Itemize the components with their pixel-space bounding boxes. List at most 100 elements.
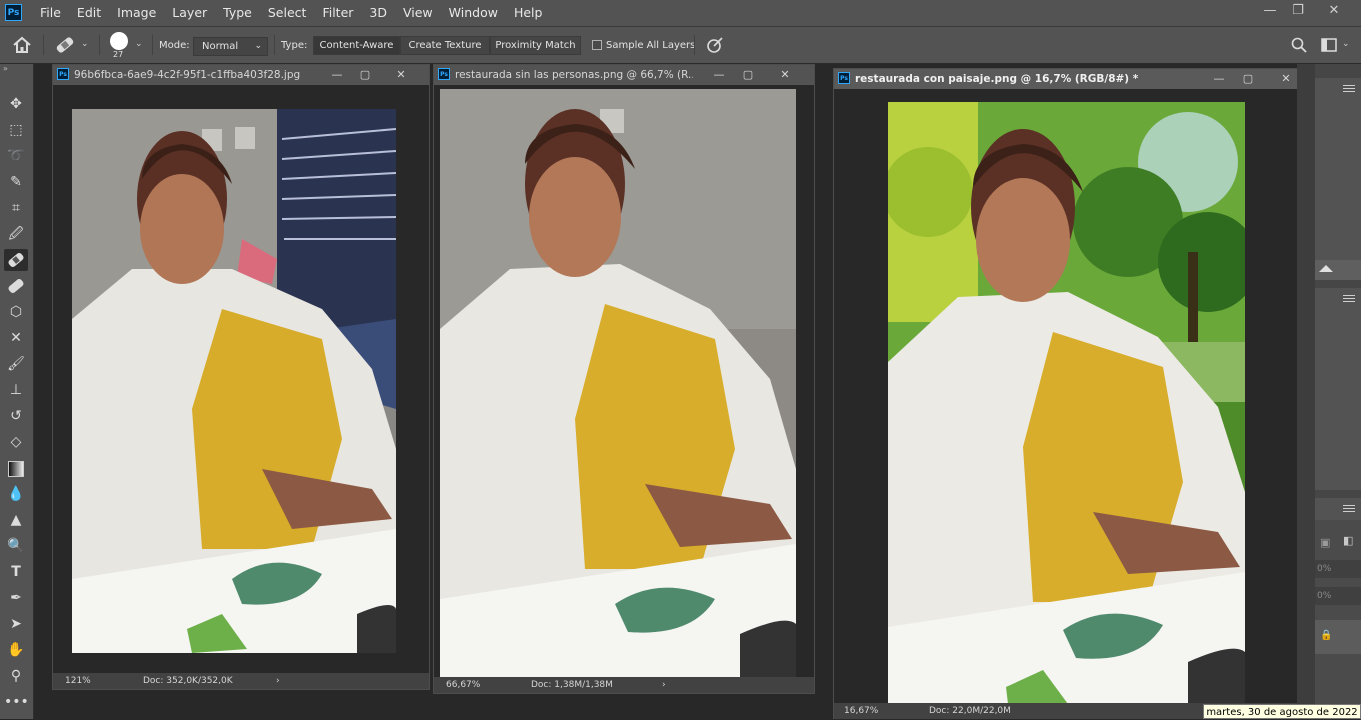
search-icon[interactable] xyxy=(1291,37,1307,56)
move-tool-icon[interactable]: ✥ xyxy=(4,93,28,115)
blur-tool-icon[interactable]: 💧 xyxy=(4,483,28,505)
create-texture-button[interactable]: Create Texture xyxy=(400,36,490,55)
layers-panel-header[interactable] xyxy=(1315,498,1361,520)
options-bar: ⌄ 27 ⌄ Mode: Normal ⌄ Type: Content-Awar… xyxy=(0,27,1361,64)
workspace-icon[interactable] xyxy=(1321,38,1339,55)
eyedropper-tool-icon[interactable]: 🖉 xyxy=(4,223,28,245)
doc-2-close-button[interactable]: ✕ xyxy=(774,65,796,85)
layers-panel: ▣ ◧ 0% 0% 🔒 xyxy=(1315,520,1361,704)
menu-type[interactable]: Type xyxy=(215,0,260,26)
brush-chevron-down-icon[interactable]: ⌄ xyxy=(135,39,143,49)
doc-1-close-button[interactable]: ✕ xyxy=(390,65,412,85)
marquee-tool-icon[interactable]: ⬚ xyxy=(4,119,28,141)
photoshop-logo: Ps xyxy=(5,4,22,21)
opacity-field[interactable]: 0% xyxy=(1315,560,1361,578)
spot-healing-preset-icon[interactable] xyxy=(53,35,77,58)
workspace-chevron-down-icon[interactable]: ⌄ xyxy=(1342,39,1350,49)
document-1-status-arrow-icon[interactable]: › xyxy=(276,673,280,689)
doc-3-close-button[interactable]: ✕ xyxy=(1275,69,1297,89)
preset-chevron-down-icon[interactable]: ⌄ xyxy=(81,39,89,49)
photo-restored[interactable] xyxy=(440,89,796,677)
document-2-zoom[interactable]: 66,67% xyxy=(446,677,480,693)
menu-view[interactable]: View xyxy=(395,0,441,26)
menu-window[interactable]: Window xyxy=(441,0,506,26)
history-brush-tool-icon[interactable]: ↺ xyxy=(4,405,28,427)
document-window-1[interactable]: Ps 96b6fbca-6ae9-4c2f-95f1-c1ffba403f28.… xyxy=(52,64,430,690)
tools-panel: » ✥ ⬚ ➰ ✎ ⌗ 🖉 ⬡ ✕ 🖌 ⊥ ↺ ◇ 💧 ▲ 🔍 T ✒ ➤ ✋ … xyxy=(0,64,34,719)
path-selection-tool-icon[interactable]: ➤ xyxy=(4,613,28,635)
menu-image[interactable]: Image xyxy=(109,0,164,26)
collapse-panel-icon[interactable]: » xyxy=(3,64,8,73)
document-1-zoom[interactable]: 121% xyxy=(65,673,91,689)
document-2-titlebar[interactable]: Ps restaurada sin las personas.png @ 66,… xyxy=(434,65,814,85)
menu-edit[interactable]: Edit xyxy=(69,0,109,26)
lock-icon: 🔒 xyxy=(1320,630,1333,641)
doc-2-minimize-button[interactable]: — xyxy=(708,65,730,85)
gradient-tool-icon[interactable] xyxy=(4,457,28,479)
zoom-tool-icon[interactable]: ⚲ xyxy=(4,665,28,687)
doc-1-minimize-button[interactable]: — xyxy=(326,65,348,85)
sample-all-layers-label: Sample All Layers xyxy=(606,40,696,51)
app-close-button[interactable]: ✕ xyxy=(1318,0,1350,22)
doc-3-restore-button[interactable]: ▢ xyxy=(1237,69,1259,89)
menu-items: File Edit Image Layer Type Select Filter… xyxy=(32,0,550,26)
content-aware-move-tool-icon[interactable]: ✕ xyxy=(4,327,28,349)
hand-tool-icon[interactable]: ✋ xyxy=(4,639,28,661)
sharpen-tool-icon[interactable]: ▲ xyxy=(4,509,28,531)
panel-collapse-bar[interactable] xyxy=(1315,260,1361,280)
document-3-titlebar[interactable]: Ps restaurada con paisaje.png @ 16,7% (R… xyxy=(834,69,1314,89)
document-3-zoom[interactable]: 16,67% xyxy=(844,703,878,719)
document-2-title: restaurada sin las personas.png @ 66,7% … xyxy=(455,69,693,81)
photo-landscape[interactable] xyxy=(888,102,1245,704)
sample-all-layers-checkbox[interactable] xyxy=(592,40,602,50)
doc-2-restore-button[interactable]: ▢ xyxy=(737,65,759,85)
patch-tool-icon[interactable]: ⬡ xyxy=(4,301,28,323)
document-window-3[interactable]: Ps restaurada con paisaje.png @ 16,7% (R… xyxy=(833,68,1315,719)
eraser-tool-icon[interactable]: ◇ xyxy=(4,431,28,453)
brush-size-icon[interactable] xyxy=(110,32,128,50)
doc-1-restore-button[interactable]: ▢ xyxy=(354,65,376,85)
menu-select[interactable]: Select xyxy=(260,0,315,26)
panel-menu-icon[interactable] xyxy=(1343,505,1355,506)
menu-filter[interactable]: Filter xyxy=(314,0,361,26)
panel-menu-icon[interactable] xyxy=(1343,85,1355,86)
mode-select[interactable]: Normal ⌄ xyxy=(193,37,268,56)
document-window-2[interactable]: Ps restaurada sin las personas.png @ 66,… xyxy=(433,64,815,694)
quick-select-tool-icon[interactable]: ✎ xyxy=(4,171,28,193)
fill-field[interactable]: 0% xyxy=(1315,587,1361,605)
dodge-tool-icon[interactable]: 🔍 xyxy=(4,535,28,557)
ps-doc-icon: Ps xyxy=(438,68,450,80)
panel-menu-icon[interactable] xyxy=(1343,295,1355,296)
spot-healing-brush-tool-icon[interactable] xyxy=(4,249,28,271)
date-tooltip: martes, 30 de agosto de 2022 xyxy=(1203,704,1361,719)
crop-tool-icon[interactable]: ⌗ xyxy=(4,197,28,219)
new-layer-icon[interactable]: ▣ xyxy=(1320,536,1330,549)
panel-header-2[interactable] xyxy=(1315,288,1361,310)
layer-option-icon[interactable]: ◧ xyxy=(1343,534,1353,547)
home-icon[interactable] xyxy=(12,36,32,57)
type-tool-icon[interactable]: T xyxy=(4,561,28,583)
menu-layer[interactable]: Layer xyxy=(164,0,215,26)
mode-value: Normal xyxy=(202,41,239,52)
lasso-tool-icon[interactable]: ➰ xyxy=(4,145,28,167)
layer-row[interactable]: 🔒 xyxy=(1315,620,1361,654)
menu-help[interactable]: Help xyxy=(506,0,551,26)
menu-file[interactable]: File xyxy=(32,0,69,26)
content-aware-button[interactable]: Content-Aware xyxy=(313,36,400,55)
more-tools-icon[interactable]: ••• xyxy=(4,691,29,713)
panel-collapse-icon[interactable] xyxy=(1319,265,1333,272)
healing-brush-tool-icon[interactable] xyxy=(4,275,28,297)
panel-header-1[interactable] xyxy=(1315,78,1361,100)
pressure-size-icon[interactable] xyxy=(705,36,725,57)
brush-tool-icon[interactable]: 🖌 xyxy=(4,353,28,375)
photo-original[interactable] xyxy=(72,109,396,653)
document-2-status-arrow-icon[interactable]: › xyxy=(662,677,666,693)
app-restore-button[interactable]: ❐ xyxy=(1282,0,1314,22)
clone-stamp-tool-icon[interactable]: ⊥ xyxy=(4,379,28,401)
doc-3-minimize-button[interactable]: — xyxy=(1208,69,1230,89)
menu-3d[interactable]: 3D xyxy=(361,0,395,26)
pen-tool-icon[interactable]: ✒ xyxy=(4,587,28,609)
proximity-match-button[interactable]: Proximity Match xyxy=(490,36,581,55)
document-1-docinfo: Doc: 352,0K/352,0K xyxy=(143,676,233,686)
document-1-titlebar[interactable]: Ps 96b6fbca-6ae9-4c2f-95f1-c1ffba403f28.… xyxy=(53,65,429,85)
